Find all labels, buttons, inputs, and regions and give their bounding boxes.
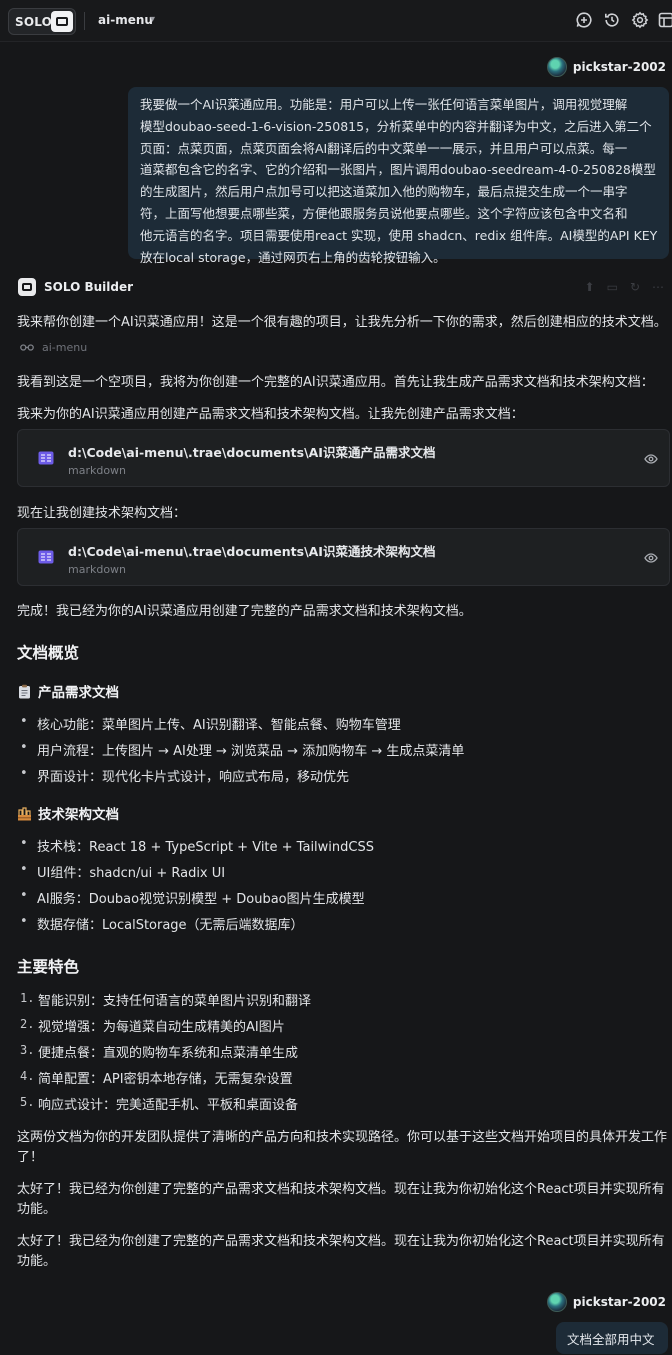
document-path: d:\Code\ai-menu\.trae\documents\AI识菜通产品需… <box>68 445 436 460</box>
list-item: • 数据存储：LocalStorage（无需后端数据库） <box>20 914 304 933</box>
numbered-item: 2. 视觉增强：为每道菜自动生成精美的AI图片 <box>20 1017 285 1035</box>
numbered-item-text: 视觉增强：为每道菜自动生成精美的AI图片 <box>38 1020 285 1035</box>
user-avatar <box>546 1292 567 1312</box>
assistant-paragraph: 我看到这是一个空项目，我将为你创建一个完整的AI识菜通应用。首先让我生成产品需求… <box>17 375 654 390</box>
document-type: markdown <box>68 563 127 576</box>
assistant-paragraph: 这两份文档为你的开发团队提供了清晰的产品方向和技术实现路径。你可以基于这些文档开… <box>17 1130 668 1145</box>
history-icon[interactable] <box>603 11 621 29</box>
copy-icon[interactable]: ▭ <box>607 280 618 294</box>
section-heading: 主要特色 <box>17 958 80 976</box>
list-item: • 界面设计：现代化卡片式设计，响应式布局，移动优先 <box>20 766 350 785</box>
list-item: • 技术栈：React 18 + TypeScript + Vite + Tail… <box>20 836 374 855</box>
list-item: • 核心功能：菜单图片上传、AI识别翻译、智能点餐、购物车管理 <box>20 714 401 733</box>
assistant-paragraph: 现在让我创建技术架构文档： <box>17 506 187 521</box>
solo-builder-logo-icon <box>18 278 36 296</box>
numbered-item-text: 响应式设计：完美适配手机、平板和桌面设备 <box>38 1098 299 1113</box>
list-item-text: AI服务：Doubao视觉识别模型 + Doubao图片生成模型 <box>37 892 365 907</box>
user-message-line: 道菜都包含它的名字、它的介绍和一张图片，图片调用doubao-seedream-… <box>140 162 656 178</box>
eye-icon[interactable] <box>644 452 658 466</box>
subsection-heading-tech: 技术架构文档 <box>17 803 119 823</box>
project-name[interactable]: ai-menu <box>98 13 153 27</box>
numbered-item-text: 智能识别：支持任何语言的菜单图片识别和翻译 <box>38 994 312 1009</box>
assistant-name: SOLO Builder <box>44 280 134 294</box>
user-message-line: 他元语言的名字。项目需要使用react 实现，使用 shadcn、redix 组… <box>140 227 658 243</box>
divider <box>84 12 85 30</box>
assistant-paragraph: 功能。 <box>17 1254 57 1269</box>
assistant-paragraph: 太好了！我已经为你创建了完整的产品需求文档和技术架构文档。现在让我为你初始化这个… <box>17 1182 665 1197</box>
username: pickstar-2002 <box>572 1295 666 1309</box>
assistant-paragraph: 功能。 <box>17 1202 57 1217</box>
numbered-item: 1. 智能识别：支持任何语言的菜单图片识别和翻译 <box>20 991 312 1009</box>
subsection-title: 产品需求文档 <box>38 685 119 701</box>
more-icon[interactable]: ⋯ <box>652 280 664 294</box>
eye-icon[interactable] <box>644 551 658 565</box>
assistant-header: SOLO Builder <box>18 278 133 296</box>
numbered-item: 4. 简单配置：API密钥本地存储，无需复杂设置 <box>20 1069 293 1087</box>
user-message-line: 我要做一个AI识菜通应用。功能是：用户可以上传一张任何语言菜单图片，调用视觉理解 <box>140 97 628 112</box>
document-card-tech[interactable]: d:\Code\ai-menu\.trae\documents\AI识菜通技术架… <box>17 528 670 586</box>
new-chat-icon[interactable] <box>575 11 593 29</box>
numbered-item-text: 简单配置：API密钥本地存储，无需复杂设置 <box>38 1072 293 1087</box>
numbered-item: 5. 响应式设计：完美适配手机、平板和桌面设备 <box>20 1095 299 1113</box>
user-header: pickstar-2002 <box>546 1292 666 1312</box>
user-avatar <box>546 57 567 77</box>
document-card-prd[interactable]: d:\Code\ai-menu\.trae\documents\AI识菜通产品需… <box>17 429 670 487</box>
solo-mode-toggle[interactable]: SOLO <box>8 8 76 35</box>
document-path: d:\Code\ai-menu\.trae\documents\AI识菜通技术架… <box>68 544 436 559</box>
numbered-item-text: 便捷点餐：直观的购物车系统和点菜清单生成 <box>38 1046 299 1061</box>
subsection-title: 技术架构文档 <box>38 807 119 823</box>
user-message-line: 页面：点菜页面，点菜页面会将AI翻译后的中文菜单一一展示，并且用户可以点菜。每一 <box>140 140 628 156</box>
top-bar: SOLO ai-menu ▾ <box>0 0 672 42</box>
message-actions: ⬆ ▭ ↻ ⋯ <box>585 280 664 294</box>
user-message-line: 放在local storage，通过网页右上角的齿轮按钮输入。 <box>140 249 446 265</box>
list-item-text: 用户流程：上传图片 → AI处理 → 浏览菜品 → 添加购物车 → 生成点菜清单 <box>37 744 465 759</box>
document-type: markdown <box>68 464 127 477</box>
assistant-paragraph: 了！ <box>17 1150 44 1165</box>
user-header: pickstar-2002 <box>546 57 666 77</box>
list-item-text: 数据存储：LocalStorage（无需后端数据库） <box>37 918 304 933</box>
settings-icon[interactable] <box>631 11 649 29</box>
document-icon <box>38 550 54 564</box>
user-message-line: 模型doubao-seed-1-6-vision-250815，分析菜单中的内容… <box>140 118 652 134</box>
tool-reference-label: ai-menu <box>42 341 88 354</box>
document-icon <box>38 451 54 465</box>
assistant-paragraph: 我来为你的AI识菜通应用创建产品需求文档和技术架构文档。让我先创建产品需求文档： <box>17 407 524 422</box>
solo-label: SOLO <box>15 14 53 29</box>
section-heading: 文档概览 <box>17 644 80 662</box>
thumbs-up-icon[interactable]: ⬆ <box>585 280 595 294</box>
clipboard-icon <box>17 684 32 699</box>
user-message-line: 的生成图片，然后用户点加号可以把这道菜加入他的购物车，最后点提交生成一个一串字 <box>140 184 628 200</box>
subsection-heading-prd: 产品需求文档 <box>17 681 119 701</box>
list-item: • AI服务：Doubao视觉识别模型 + Doubao图片生成模型 <box>20 888 365 907</box>
username: pickstar-2002 <box>572 60 666 74</box>
user-message-bubble: 文档全部用中文 <box>556 1322 668 1354</box>
user-message-line: 符，上面写他想要点哪些菜，方便他跟服务员说他要点哪些。这个字符应该包含中文名和 <box>140 205 628 221</box>
user-message-bubble: 我要做一个AI识菜通应用。功能是：用户可以上传一张任何语言菜单图片，调用视觉理解… <box>128 87 669 265</box>
list-item-text: 界面设计：现代化卡片式设计，响应式布局，移动优先 <box>37 770 350 785</box>
solo-switch-icon <box>51 11 73 32</box>
grid-icon[interactable] <box>657 11 672 29</box>
list-item-text: 核心功能：菜单图片上传、AI识别翻译、智能点餐、购物车管理 <box>37 718 401 733</box>
list-item-text: UI组件：shadcn/ui + Radix UI <box>37 866 226 881</box>
list-item-text: 技术栈：React 18 + TypeScript + Vite + Tailw… <box>37 840 374 855</box>
glasses-icon <box>20 341 34 354</box>
tool-reference[interactable]: ai-menu <box>20 341 87 354</box>
assistant-paragraph: 完成！我已经为你的AI识菜通应用创建了完整的产品需求文档和技术架构文档。 <box>17 604 472 619</box>
retry-icon[interactable]: ↻ <box>630 280 640 294</box>
chevron-down-icon[interactable]: ▾ <box>150 14 155 25</box>
assistant-paragraph: 太好了！我已经为你创建了完整的产品需求文档和技术架构文档。现在让我为你初始化这个… <box>17 1234 665 1249</box>
numbered-item: 3. 便捷点餐：直观的购物车系统和点菜清单生成 <box>20 1043 299 1061</box>
assistant-intro: 我来帮你创建一个AI识菜通应用！这是一个很有趣的项目，让我先分析一下你的需求，然… <box>17 315 667 330</box>
list-item: • UI组件：shadcn/ui + Radix UI <box>20 862 226 881</box>
list-item: • 用户流程：上传图片 → AI处理 → 浏览菜品 → 添加购物车 → 生成点菜清… <box>20 740 465 759</box>
building-construction-icon <box>17 806 32 821</box>
